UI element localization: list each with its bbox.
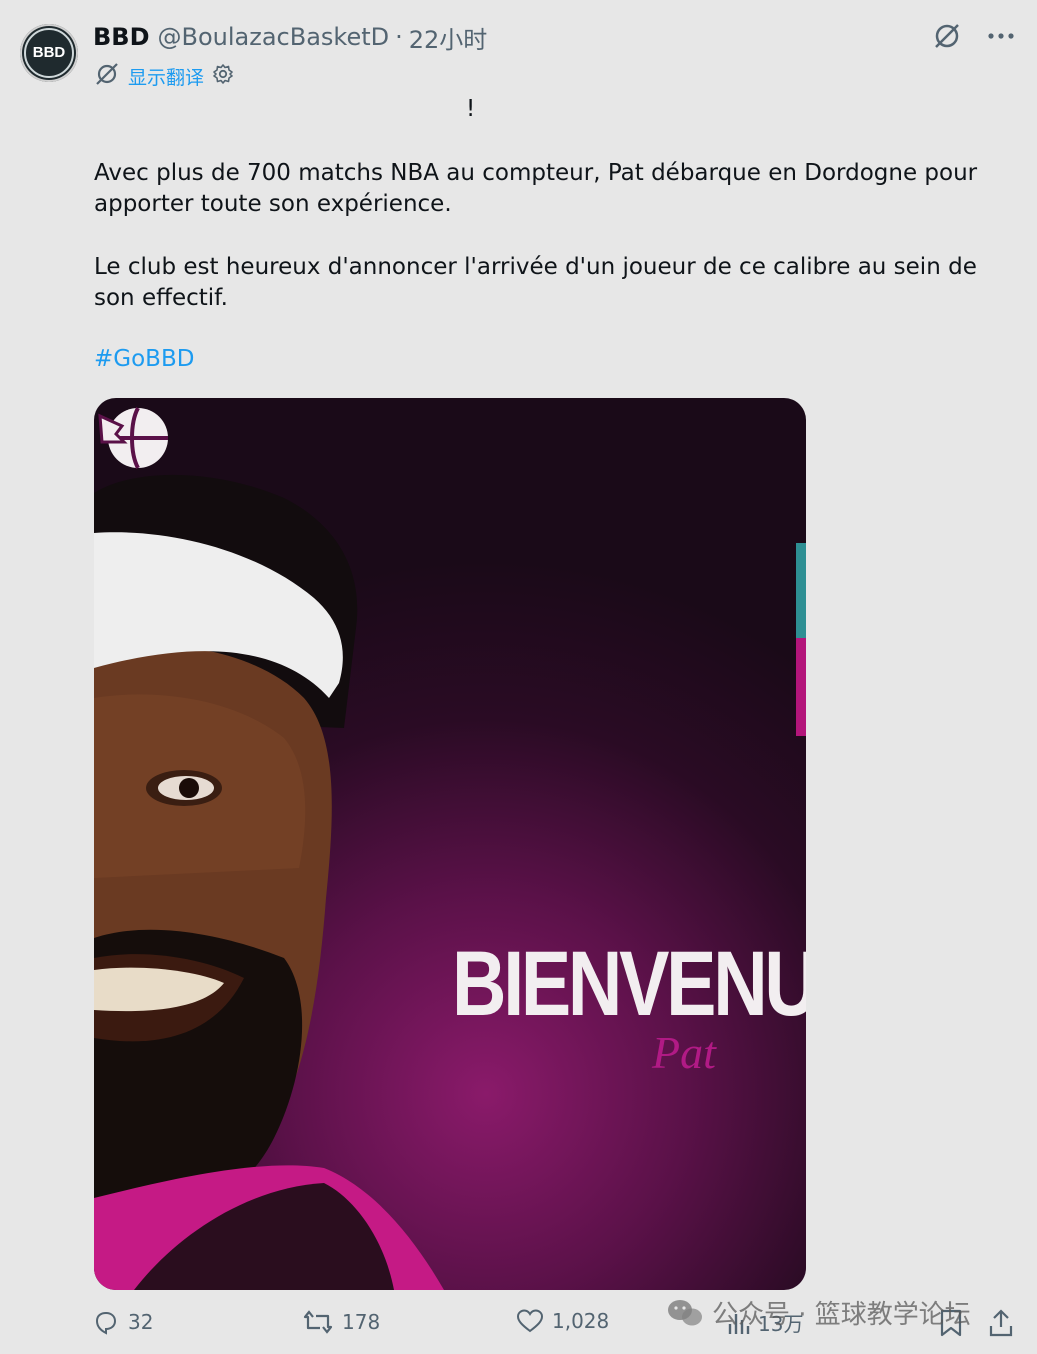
- tweet-paragraph-1: Avec plus de 700 matchs NBA au compteur,…: [94, 160, 978, 217]
- tweet-paragraph-2: Le club est heureux d'annoncer l'arrivée…: [94, 254, 977, 311]
- wechat-icon: [668, 1299, 702, 1325]
- header-separator: ·: [395, 23, 403, 51]
- retweet-icon: [303, 1310, 333, 1334]
- like-count: 1,028: [552, 1309, 610, 1333]
- tweet-exclaim: !: [466, 96, 476, 122]
- heart-icon: [516, 1309, 544, 1333]
- reply-count: 32: [128, 1310, 154, 1334]
- player-portrait-illustration: [94, 474, 444, 1290]
- more-options-icon[interactable]: [985, 20, 1017, 52]
- tweet-media-image[interactable]: BIENVENUE Pat: [94, 398, 806, 1290]
- author-avatar[interactable]: BBD: [20, 24, 78, 82]
- share-button[interactable]: [988, 1308, 1014, 1338]
- tweet-top-actions: [931, 20, 1017, 52]
- reply-icon: [95, 1311, 117, 1335]
- watermark-text: 公众号 · 篮球教学论坛: [712, 1300, 971, 1330]
- tweet-header: BBD @BoulazacBasketD · 22小时: [93, 20, 487, 54]
- media-headline: BIENVENUE: [452, 933, 806, 1035]
- like-button[interactable]: 1,028: [516, 1308, 609, 1334]
- watermark: 公众号 · 篮球教学论坛: [666, 1294, 971, 1331]
- retweet-count: 178: [342, 1310, 381, 1334]
- settings-gear-icon[interactable]: [212, 63, 234, 89]
- grok-icon[interactable]: [931, 20, 963, 52]
- author-name[interactable]: BBD: [93, 23, 150, 51]
- club-logo-icon: [98, 407, 168, 469]
- show-translation-link[interactable]: 显示翻译: [128, 63, 204, 90]
- accent-bar-pink: [796, 638, 806, 736]
- accent-bar-teal: [796, 543, 806, 638]
- retweet-button[interactable]: 178: [302, 1308, 380, 1336]
- author-handle[interactable]: @BoulazacBasketD: [158, 23, 390, 51]
- avatar-logo: BBD: [24, 28, 74, 78]
- avatar-logo-text: BBD: [32, 44, 66, 61]
- reply-button[interactable]: 32: [92, 1308, 153, 1336]
- share-icon: [989, 1309, 1013, 1337]
- translate-row: 显示翻译: [94, 62, 234, 90]
- translate-icon: [94, 61, 120, 91]
- tweet-time[interactable]: 22小时: [409, 20, 488, 55]
- media-subline: Pat: [652, 1027, 716, 1078]
- hashtag-link[interactable]: #GoBBD: [94, 346, 194, 372]
